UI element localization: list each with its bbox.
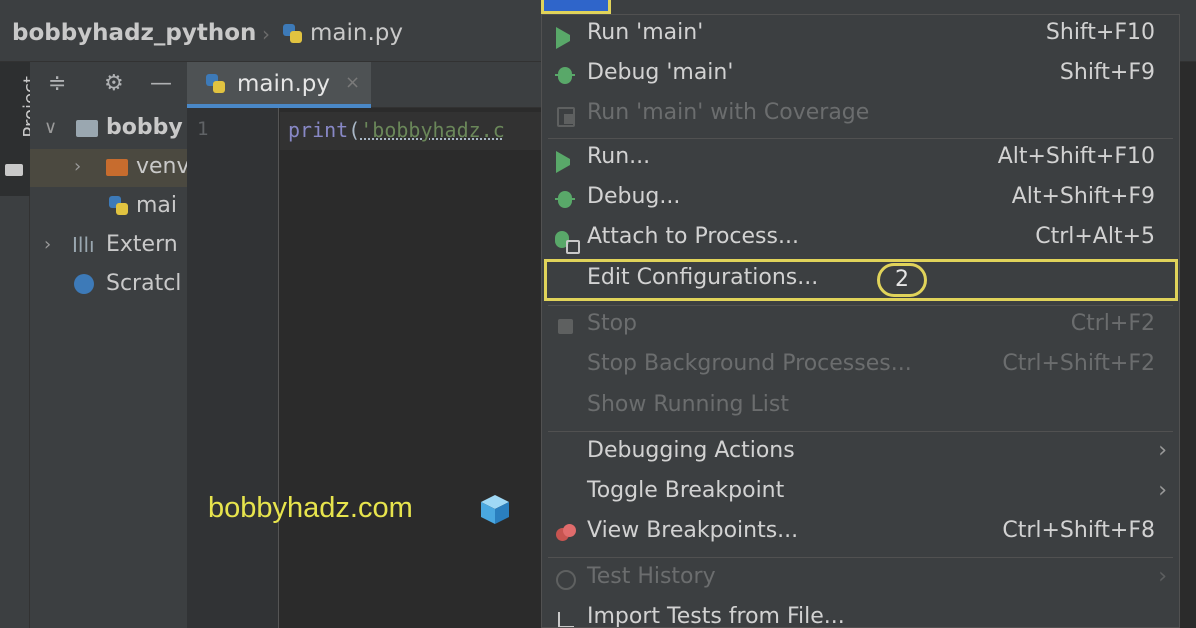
- menu-separator: [548, 431, 1173, 432]
- menu-item-show-running-list: Show Running List: [542, 387, 1179, 427]
- breadcrumb-separator: ›: [262, 22, 270, 46]
- tree-item-label: Extern: [106, 232, 178, 257]
- chevron-right-icon: ›: [1158, 478, 1167, 503]
- menu-item-shortcut: Alt+Shift+F10: [997, 144, 1155, 169]
- code-paren: (: [348, 118, 361, 142]
- menu-item-view-breakpoints[interactable]: View Breakpoints... Ctrl+Shift+F8: [542, 513, 1179, 553]
- code-editor[interactable]: print('bobbyhadz.c: [280, 108, 544, 628]
- menu-item-label: Attach to Process...: [587, 224, 799, 249]
- tree-item-label: Scratcl: [106, 271, 182, 296]
- menu-item-stop-background: Stop Background Processes... Ctrl+Shift+…: [542, 346, 1179, 386]
- collapse-all-icon[interactable]: ≑: [48, 71, 66, 96]
- menu-item-label: Debugging Actions: [587, 438, 795, 463]
- menu-item-test-history: Test History ›: [542, 559, 1179, 599]
- tree-item-main[interactable]: mai: [30, 188, 187, 226]
- history-icon: [554, 568, 576, 590]
- tree-item-label: bobby: [106, 115, 183, 140]
- menu-item-label: Debug...: [587, 184, 681, 209]
- python-file-icon: [282, 23, 304, 45]
- debug-icon: [554, 188, 576, 210]
- chevron-down-icon[interactable]: ∨: [44, 117, 57, 138]
- chevron-right-icon[interactable]: ›: [44, 234, 51, 255]
- minimize-icon[interactable]: —: [150, 71, 172, 96]
- menu-item-shortcut: Alt+Shift+F9: [1011, 184, 1155, 209]
- coverage-icon: [554, 104, 576, 127]
- menu-item-shortcut: Ctrl+Shift+F2: [1002, 351, 1155, 376]
- attach-icon: [554, 228, 580, 254]
- menu-item-label: Toggle Breakpoint: [587, 478, 785, 503]
- close-icon[interactable]: ×: [345, 72, 360, 93]
- breadcrumb-file[interactable]: main.py: [310, 20, 403, 46]
- folder-excluded-icon: [106, 159, 128, 176]
- menu-item-run-with-coverage: Run 'main' with Coverage: [542, 95, 1179, 135]
- menu-item-stop: Stop Ctrl+F2: [542, 306, 1179, 346]
- import-icon: [554, 608, 576, 627]
- project-toolbar: ≑ ⚙ —: [30, 62, 187, 108]
- folder-icon: [5, 164, 23, 176]
- menu-item-label: Run...: [587, 144, 651, 169]
- breadcrumb-project[interactable]: bobbyhadz_python: [12, 20, 256, 46]
- watermark-text: bobbyhadz.com: [208, 492, 413, 524]
- python-file-icon: [108, 195, 130, 217]
- line-number: 1: [197, 118, 209, 140]
- menu-separator: [548, 557, 1173, 558]
- tree-item-label: mai: [136, 193, 178, 218]
- chevron-right-icon[interactable]: ›: [74, 156, 81, 177]
- tree-item-venv[interactable]: › venv: [30, 149, 187, 187]
- code-function: print: [288, 118, 349, 142]
- editor-gutter: 1: [187, 108, 279, 628]
- menu-item-shortcut: Ctrl+Shift+F8: [1002, 518, 1155, 543]
- python-file-icon: [205, 73, 227, 95]
- chevron-right-icon: ›: [1158, 564, 1167, 589]
- project-panel: ≑ ⚙ — ∨ bobby › venv mai › Illı Extern S…: [30, 62, 187, 628]
- stop-icon: [554, 315, 576, 337]
- tool-window-stripe: Project: [0, 62, 41, 628]
- menu-item-run-main[interactable]: Run 'main' Shift+F10: [542, 15, 1179, 55]
- menu-item-debugging-actions[interactable]: Debugging Actions ›: [542, 433, 1179, 473]
- run-icon: [556, 27, 578, 49]
- run-menu-button[interactable]: [541, 0, 611, 14]
- menu-item-attach-to-process[interactable]: Attach to Process... Ctrl+Alt+5: [542, 219, 1179, 259]
- menu-item-shortcut: Shift+F9: [1059, 60, 1155, 85]
- menu-item-label: Show Running List: [587, 392, 789, 417]
- debug-icon: [554, 64, 576, 86]
- run-menu: Run 'main' Shift+F10 Debug 'main' Shift+…: [541, 14, 1180, 628]
- tab-label: main.py: [237, 71, 330, 97]
- menu-item-label: Import Tests from File...: [587, 604, 845, 628]
- editor-tabs: main.py ×: [187, 62, 547, 108]
- step-number-badge: 2: [877, 263, 927, 297]
- menu-item-label: Run 'main': [587, 20, 704, 45]
- code-line[interactable]: print('bobbyhadz.c: [288, 118, 505, 142]
- run-icon: [556, 151, 578, 173]
- project-tool-tab[interactable]: Project: [0, 62, 41, 196]
- menu-item-import-tests[interactable]: Import Tests from File...: [542, 599, 1179, 628]
- library-icon: Illı: [72, 233, 95, 257]
- code-string: 'bobbyhadz.c: [360, 118, 505, 142]
- tree-item-root[interactable]: ∨ bobby: [30, 110, 187, 148]
- menu-item-shortcut: Ctrl+Alt+5: [1035, 224, 1155, 249]
- gear-icon[interactable]: ⚙: [104, 71, 124, 96]
- menu-item-toggle-breakpoint[interactable]: Toggle Breakpoint ›: [542, 473, 1179, 513]
- highlight-box: [544, 259, 1178, 301]
- tab-main-py[interactable]: main.py ×: [187, 62, 371, 108]
- menu-item-label: Test History: [587, 564, 716, 589]
- menu-item-debug[interactable]: Debug... Alt+Shift+F9: [542, 179, 1179, 219]
- menu-item-label: Debug 'main': [587, 60, 734, 85]
- folder-icon: [76, 120, 98, 137]
- scratch-icon: [74, 274, 94, 294]
- menu-item-label: Run 'main' with Coverage: [587, 100, 870, 125]
- cube-icon: [481, 495, 509, 524]
- menu-item-label: View Breakpoints...: [587, 518, 799, 543]
- menu-item-debug-main[interactable]: Debug 'main' Shift+F9: [542, 55, 1179, 95]
- menu-item-label: Stop Background Processes...: [587, 351, 912, 376]
- tree-item-label: venv: [136, 154, 187, 179]
- tree-item-external-libraries[interactable]: › Illı Extern: [30, 227, 187, 265]
- breakpoints-icon: [554, 522, 576, 544]
- menu-item-label: Stop: [587, 311, 638, 336]
- menu-item-run[interactable]: Run... Alt+Shift+F10: [542, 139, 1179, 179]
- tree-item-scratches[interactable]: Scratcl: [30, 266, 187, 304]
- chevron-right-icon: ›: [1158, 438, 1167, 463]
- menu-item-shortcut: Shift+F10: [1045, 20, 1155, 45]
- menu-item-shortcut: Ctrl+F2: [1070, 311, 1155, 336]
